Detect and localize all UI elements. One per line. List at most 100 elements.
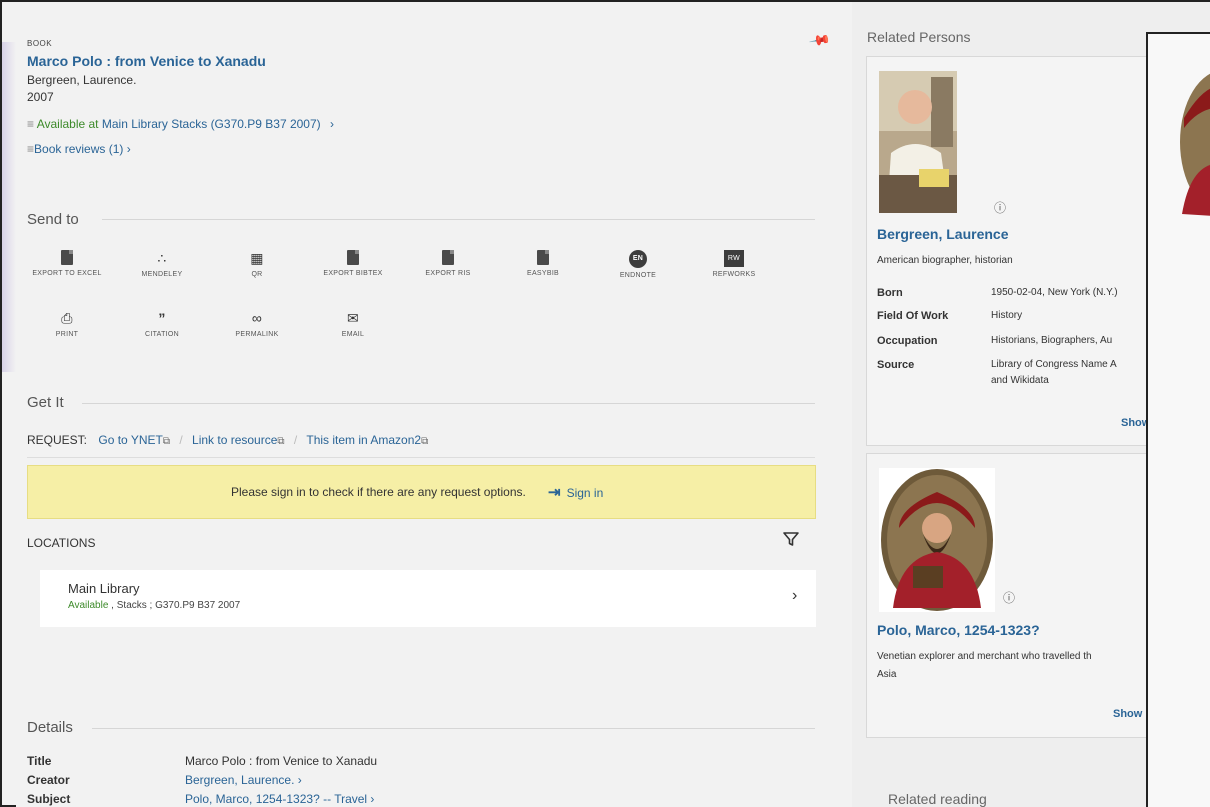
- easybib-icon: [537, 250, 549, 265]
- mendeley-button[interactable]: ∴ MENDELEY: [127, 250, 197, 279]
- email-label: EMAIL: [341, 331, 365, 338]
- person-description-line2: Asia: [877, 669, 897, 680]
- record-author: Bergreen, Laurence.: [27, 73, 137, 87]
- qr-label: QR: [251, 271, 263, 278]
- location-name: Main Library: [68, 581, 140, 596]
- person-description-line1: Venetian explorer and merchant who trave…: [877, 651, 1092, 662]
- person-name[interactable]: Polo, Marco, 1254-1323?: [877, 622, 1040, 638]
- creator-link[interactable]: Bergreen, Laurence. ›: [185, 773, 302, 787]
- detail-value: Marco Polo : from Venice to Xanadu: [185, 754, 378, 768]
- book-reviews-link[interactable]: ≡Book reviews (1) ›: [27, 142, 131, 156]
- export-ris-label: EXPORT RIS: [425, 270, 471, 277]
- record-panel: BOOK Marco Polo : from Venice to Xanadu …: [16, 2, 852, 807]
- location-detail: , Stacks ; G370.P9 B37 2007: [108, 600, 241, 611]
- permalink-button[interactable]: ∞ PERMALINK: [222, 310, 292, 339]
- permalink-icon: ∞: [251, 310, 263, 326]
- book-icon: ≡: [27, 117, 35, 131]
- send-to-heading: Send to: [27, 211, 79, 228]
- email-icon: ✉: [346, 310, 360, 326]
- endnote-icon: EN: [629, 250, 647, 268]
- record-title[interactable]: Marco Polo : from Venice to Xanadu: [27, 53, 266, 69]
- export-excel-label: EXPORT TO EXCEL: [32, 270, 102, 277]
- overlay-portrait: [1180, 73, 1210, 216]
- book-reviews-label: Book reviews (1): [34, 142, 124, 156]
- qr-icon: ▦: [250, 250, 264, 266]
- request-links: REQUEST: Go to YNET⧉ / Link to resource⧉…: [27, 433, 428, 447]
- separator: /: [179, 433, 183, 447]
- detail-key: Subject: [27, 792, 71, 806]
- mendeley-label: MENDELEY: [141, 271, 183, 278]
- related-persons-heading: Related Persons: [867, 29, 971, 45]
- link-to-resource-link[interactable]: Link to resource⧉: [192, 433, 285, 447]
- citation-label: CITATION: [144, 331, 180, 338]
- export-bibtex-label: EXPORT BIBTEX: [323, 270, 383, 277]
- qr-button[interactable]: ▦ QR: [222, 250, 292, 279]
- bibtex-icon: [347, 250, 359, 265]
- overlay-card: [1146, 32, 1210, 807]
- print-icon: ⎙: [61, 310, 73, 326]
- request-divider: [27, 457, 815, 458]
- help-icon[interactable]: ⓘ: [994, 199, 1006, 216]
- signin-message: Please sign in to check if there are any…: [231, 485, 526, 499]
- endnote-button[interactable]: EN ENDNOTE: [603, 250, 673, 280]
- availability-line[interactable]: ≡ Available at Main Library Stacks (G370…: [27, 117, 334, 131]
- pin-icon[interactable]: 📌: [808, 29, 831, 53]
- details-divider: [92, 728, 815, 729]
- go-to-ynet-link[interactable]: Go to YNET⧉: [98, 433, 170, 447]
- export-bibtex-button[interactable]: EXPORT BIBTEX: [318, 250, 388, 278]
- signin-icon: ⇥: [548, 484, 561, 501]
- person-card-polo: ⓘ Polo, Marco, 1254-1323? Venetian explo…: [866, 453, 1148, 738]
- decorative-edge: [2, 42, 16, 372]
- external-link-icon: ⧉: [421, 436, 429, 447]
- help-icon[interactable]: ⓘ: [1003, 589, 1015, 606]
- external-link-icon: ⧉: [277, 436, 285, 447]
- mendeley-icon: ∴: [157, 250, 167, 266]
- related-reading-heading: Related reading: [888, 791, 987, 807]
- list-icon: ≡: [27, 142, 35, 156]
- details-heading: Details: [27, 719, 73, 736]
- record-year: 2007: [27, 90, 54, 104]
- person-photo: [879, 71, 957, 213]
- filter-icon[interactable]: [782, 530, 800, 548]
- person-name[interactable]: Bergreen, Laurence: [877, 226, 1009, 242]
- permalink-label: PERMALINK: [235, 331, 279, 338]
- chevron-right-icon: ›: [792, 587, 798, 604]
- signin-button[interactable]: ⇥ Sign in: [548, 483, 603, 501]
- location-status-line: Available , Stacks ; G370.P9 B37 2007: [68, 600, 240, 611]
- refworks-icon: RW: [724, 250, 744, 267]
- export-excel-button[interactable]: EXPORT TO EXCEL: [32, 250, 102, 278]
- detail-key: Title: [27, 754, 52, 768]
- endnote-label: ENDNOTE: [619, 272, 657, 279]
- location-status: Available: [68, 600, 109, 611]
- chevron-right-icon: ›: [329, 117, 334, 131]
- location-card[interactable]: Main Library Available , Stacks ; G370.P…: [40, 570, 816, 627]
- record-type: BOOK: [27, 39, 53, 48]
- subject-link[interactable]: Polo, Marco, 1254-1323? -- Travel ›: [185, 792, 374, 806]
- amazon-link[interactable]: This item in Amazon2⧉: [306, 433, 428, 447]
- availability-status: Available at: [36, 117, 99, 131]
- person-description: American biographer, historian: [877, 255, 1013, 266]
- availability-location[interactable]: Main Library Stacks (G370.P9 B37 2007): [102, 117, 321, 131]
- get-it-heading: Get It: [27, 394, 64, 411]
- refworks-label: REFWORKS: [712, 271, 756, 278]
- browser-frame: BOOK Marco Polo : from Venice to Xanadu …: [0, 0, 1210, 807]
- citation-button[interactable]: ” CITATION: [127, 310, 197, 339]
- show-more-button[interactable]: Show: [1121, 417, 1147, 429]
- excel-icon: [61, 250, 73, 265]
- ris-icon: [442, 250, 454, 265]
- easybib-button[interactable]: EASYBIB: [508, 250, 578, 278]
- signin-banner: Please sign in to check if there are any…: [27, 465, 816, 519]
- citation-icon: ”: [158, 310, 166, 326]
- email-button[interactable]: ✉ EMAIL: [318, 310, 388, 339]
- show-more-button[interactable]: Show: [1113, 708, 1142, 720]
- detail-key: Creator: [27, 773, 70, 787]
- refworks-button[interactable]: RW REFWORKS: [699, 250, 769, 279]
- print-button[interactable]: ⎙ PRINT: [32, 310, 102, 339]
- get-it-divider: [82, 403, 815, 404]
- separator: /: [293, 433, 298, 447]
- easybib-label: EASYBIB: [526, 270, 560, 277]
- person-card-bergreen: ⓘ Bergreen, Laurence American biographer…: [866, 56, 1148, 446]
- export-ris-button[interactable]: EXPORT RIS: [413, 250, 483, 278]
- locations-label: LOCATIONS: [27, 536, 96, 550]
- chevron-right-icon: ›: [126, 142, 131, 156]
